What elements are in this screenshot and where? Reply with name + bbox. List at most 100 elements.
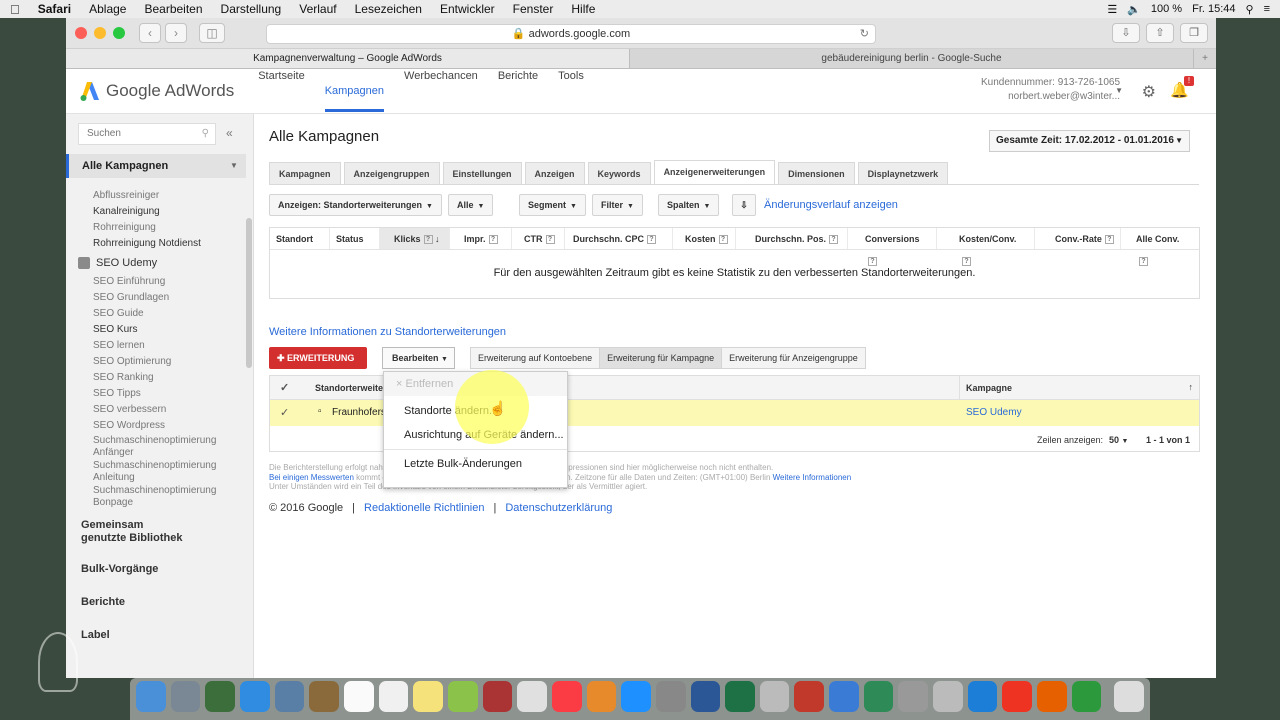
all-dropdown[interactable]: Alle ▼ xyxy=(448,194,494,216)
columns-dropdown[interactable]: Spalten ▼ xyxy=(658,194,720,216)
sidebar-item[interactable]: SEO verbessern xyxy=(66,402,244,418)
sidebar-item[interactable]: Suchmaschinenoptimierung Bonpage xyxy=(66,484,244,509)
sidebar-item-abflussreiniger[interactable]: Abflussreiniger xyxy=(66,188,244,204)
select-all-checkbox[interactable]: ✓ xyxy=(280,382,292,394)
sidebar-campaign-seo-udemy[interactable]: SEO Udemy xyxy=(66,252,244,274)
sidebar-item[interactable]: SEO Grundlagen xyxy=(66,290,244,306)
clock[interactable]: Fr. 15:44 xyxy=(1192,3,1235,15)
appstore-icon[interactable] xyxy=(621,681,651,712)
word-icon[interactable] xyxy=(690,681,721,712)
sidebar-item[interactable]: SEO Kurs xyxy=(66,322,244,338)
col-cpc[interactable]: Durchschn. CPC? xyxy=(565,228,673,249)
seg-campaign[interactable]: Erweiterung für Kampagne xyxy=(600,348,723,368)
close-icon[interactable] xyxy=(75,27,87,39)
edit-dropdown-button[interactable]: Bearbeiten ▼ xyxy=(382,347,455,369)
nav-berichte[interactable]: Berichte xyxy=(498,70,538,112)
tab-dimensionen[interactable]: Dimensionen xyxy=(778,162,855,184)
zoom-icon[interactable] xyxy=(113,27,125,39)
finder-icon[interactable] xyxy=(136,681,166,712)
sidebar-item[interactable]: SEO lernen xyxy=(66,338,244,354)
tab-google-search[interactable]: gebäudereinigung berlin - Google-Suche xyxy=(630,49,1194,68)
chevron-down-icon[interactable]: ▼ xyxy=(1115,86,1123,95)
tabs-icon[interactable]: ❐ xyxy=(1180,23,1208,43)
help-icon[interactable]: ? xyxy=(1139,257,1148,267)
seg-adgroup[interactable]: Erweiterung für Anzeigengruppe xyxy=(722,348,865,368)
more-info-link[interactable]: Weitere Informationen zu Standorterweite… xyxy=(269,326,506,338)
teamviewer-icon[interactable] xyxy=(967,681,998,712)
help-icon[interactable]: ? xyxy=(545,235,555,245)
tab-anzeigen[interactable]: Anzeigen xyxy=(524,162,585,184)
help-icon[interactable]: ? xyxy=(423,235,433,245)
launchpad-icon[interactable] xyxy=(170,681,201,712)
row-campaign-link[interactable]: SEO Udemy xyxy=(966,407,1022,418)
nav-tools[interactable]: Tools xyxy=(558,70,584,112)
trash-icon[interactable] xyxy=(1114,681,1145,712)
col-pos[interactable]: Durchschn. Pos.? xyxy=(736,228,848,249)
app-icon[interactable] xyxy=(205,681,235,712)
app-icon[interactable] xyxy=(274,681,305,712)
sidebar-item[interactable]: SEO Wordpress xyxy=(66,418,244,434)
reload-icon[interactable]: ↻ xyxy=(860,25,869,43)
app-icon[interactable] xyxy=(309,681,339,712)
list-icon[interactable]: ≡ xyxy=(1264,3,1270,15)
sidebar-section-library[interactable]: Gemeinsam genutzte Bibliothek xyxy=(66,519,186,545)
disclaimer-link[interactable]: Bei einigen Messwerten xyxy=(269,473,354,482)
help-icon[interactable]: ? xyxy=(868,257,877,267)
excel-icon[interactable] xyxy=(725,681,755,712)
app-icon[interactable] xyxy=(898,681,929,712)
sidebar-item[interactable]: SEO Tipps xyxy=(66,386,244,402)
photos-icon[interactable] xyxy=(517,681,547,712)
new-tab-icon[interactable]: + xyxy=(1194,49,1216,68)
filter-dropdown[interactable]: Filter ▼ xyxy=(592,194,643,216)
menu-fenster[interactable]: Fenster xyxy=(513,2,554,16)
app-icon[interactable] xyxy=(1071,681,1102,712)
sidebar-search-input[interactable]: Suchen ⚲ xyxy=(78,123,216,145)
menu-safari[interactable]: Safari xyxy=(38,2,71,16)
menu-darstellung[interactable]: Darstellung xyxy=(221,2,282,16)
gear-icon[interactable]: ⚙ xyxy=(1142,82,1156,102)
seg-account[interactable]: Erweiterung auf Kontoebene xyxy=(471,348,601,368)
date-range-selector[interactable]: Gesamte Zeit: 17.02.2012 - 01.01.2016 ▼ xyxy=(989,130,1190,152)
row-checkbox[interactable]: ✓ xyxy=(280,407,292,419)
col-standort[interactable]: Standort xyxy=(270,228,330,249)
firefox-icon[interactable] xyxy=(1037,681,1067,712)
sidebar-item[interactable]: Suchmaschinenoptimierung Anfänger xyxy=(66,434,244,459)
col-ctr[interactable]: CTR? xyxy=(512,228,565,249)
menu-bearbeiten[interactable]: Bearbeiten xyxy=(144,2,202,16)
col-kosten-conv[interactable]: Kosten/Conv.? xyxy=(937,228,1035,267)
app-icon[interactable] xyxy=(863,681,894,712)
account-info[interactable]: Kundennummer: 913-726-1065 norbert.weber… xyxy=(981,76,1120,104)
menu-item-bulk-changes[interactable]: Letzte Bulk-Änderungen xyxy=(384,452,567,476)
bell-icon[interactable]: 🔔! xyxy=(1170,76,1194,99)
search-icon[interactable]: ⚲ xyxy=(1246,3,1254,16)
col-conversions[interactable]: Conversions? xyxy=(848,228,937,267)
help-icon[interactable]: ? xyxy=(1104,235,1114,245)
app-icon[interactable] xyxy=(482,681,513,712)
sidebar-item[interactable]: SEO Guide xyxy=(66,306,244,322)
safari-icon[interactable] xyxy=(239,681,270,712)
col-conv-rate[interactable]: Conv.-Rate? xyxy=(1035,228,1121,249)
col-standorterweiterung[interactable]: Standorterweite xyxy=(315,383,383,393)
view-dropdown[interactable]: Anzeigen: Standorterweiterungen ▼ xyxy=(269,194,442,216)
help-icon[interactable]: ? xyxy=(718,235,728,245)
tab-anzeigenerweiterungen[interactable]: Anzeigenerweiterungen xyxy=(653,160,776,184)
acrobat-icon[interactable] xyxy=(1002,681,1033,712)
sidebar-all-campaigns[interactable]: Alle Kampagnen ▼ xyxy=(66,154,246,178)
sidebar-icon[interactable]: ◫ xyxy=(199,23,225,43)
nav-werbechancen[interactable]: Werbechancen xyxy=(404,70,478,112)
row-name[interactable]: Fraunhofers xyxy=(332,407,386,418)
sidebar-item-rohrreinigung[interactable]: Rohrreinigung xyxy=(66,220,244,236)
disclaimer-more-link[interactable]: Weitere Informationen xyxy=(773,473,852,482)
sidebar-item[interactable]: Suchmaschinenoptimierung Anleitung xyxy=(66,459,244,484)
powerpoint-icon[interactable] xyxy=(794,681,825,712)
tab-einstellungen[interactable]: Einstellungen xyxy=(442,162,522,184)
sidebar-section-reports[interactable]: Berichte xyxy=(66,596,244,609)
sidebar-item-rohrreinigung-notdienst[interactable]: Rohrreinigung Notdienst xyxy=(66,236,244,252)
stickies-icon[interactable] xyxy=(413,681,443,712)
itunes-icon[interactable] xyxy=(551,681,582,712)
unknown-app-icon[interactable] xyxy=(933,681,963,712)
sidebar-item-kanalreinigung[interactable]: Kanalreinigung xyxy=(66,204,244,220)
download-icon[interactable]: ⇩ xyxy=(1112,23,1140,43)
help-icon[interactable]: ? xyxy=(829,235,839,245)
tab-displaynetzwerk[interactable]: Displaynetzwerk xyxy=(857,162,949,184)
